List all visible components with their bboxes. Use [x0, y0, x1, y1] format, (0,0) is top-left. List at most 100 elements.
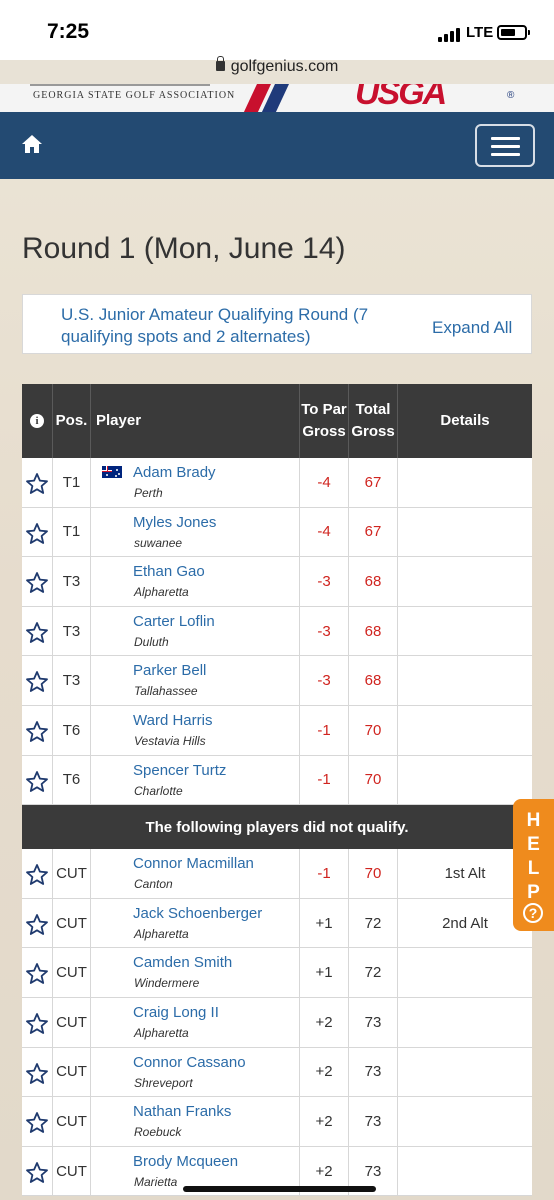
star-icon[interactable] — [25, 913, 49, 937]
favorite-cell — [22, 998, 53, 1047]
total-score: 73 — [349, 998, 398, 1047]
favorite-cell — [22, 898, 53, 948]
signal-icon — [438, 28, 460, 42]
table-row: T3 Carter Loflin Duluth -3 68 — [22, 606, 532, 657]
player-city: suwanee — [134, 535, 183, 550]
player-name-link[interactable]: Ward Harris — [133, 712, 212, 729]
to-par-score: -1 — [300, 755, 349, 805]
player-name-link[interactable]: Ethan Gao — [133, 563, 205, 580]
player-city: Charlotte — [134, 783, 183, 798]
to-par-score: -3 — [300, 606, 349, 656]
star-icon[interactable] — [25, 1062, 49, 1086]
round-name-link[interactable]: U.S. Junior Amateur Qualifying Round (7 … — [61, 304, 401, 348]
did-not-qualify-divider: The following players did not qualify. — [22, 805, 532, 850]
to-par-score: -3 — [300, 557, 349, 606]
network-label: LTE — [466, 24, 494, 41]
total-score: 72 — [349, 948, 398, 997]
details — [398, 656, 532, 705]
to-par-score: -1 — [300, 706, 349, 755]
position: CUT — [53, 1097, 91, 1146]
favorite-cell — [22, 948, 53, 997]
player-city: Canton — [134, 877, 173, 892]
position: T1 — [53, 507, 91, 557]
star-icon[interactable] — [25, 621, 49, 645]
position: CUT — [53, 1146, 91, 1196]
player-name-link[interactable]: Nathan Franks — [133, 1103, 231, 1120]
position: T6 — [53, 755, 91, 805]
player-name-link[interactable]: Parker Bell — [133, 662, 206, 679]
favorite-cell — [22, 656, 53, 705]
position: CUT — [53, 998, 91, 1047]
pos-header: Pos. — [53, 384, 91, 458]
favorite-cell — [22, 458, 53, 507]
help-tab[interactable]: HELP ? — [513, 799, 554, 931]
page-title: Round 1 (Mon, June 14) — [22, 232, 346, 265]
total-score: 73 — [349, 1047, 398, 1097]
table-row: CUT Jack Schoenberger Alpharetta +1 72 2nd Al… — [22, 898, 532, 949]
table-row: T3 Ethan Gao Alpharetta -3 68 — [22, 557, 532, 607]
total-score: 73 — [349, 1097, 398, 1146]
total-score: 70 — [349, 849, 398, 898]
table-row: T6 Ward Harris Vestavia Hills -1 70 — [22, 706, 532, 756]
to-par-score: -4 — [300, 458, 349, 507]
star-icon[interactable] — [25, 1012, 49, 1036]
details — [398, 557, 532, 606]
player-name-link[interactable]: Connor Macmillan — [133, 855, 254, 872]
star-icon[interactable] — [25, 1161, 49, 1185]
player-name-link[interactable]: Camden Smith — [133, 954, 232, 971]
info-icon[interactable]: i — [30, 414, 44, 428]
star-icon[interactable] — [25, 472, 49, 496]
player-name-link[interactable]: Connor Cassano — [133, 1054, 246, 1071]
favorite-cell — [22, 507, 53, 557]
details-header: Details — [440, 412, 490, 429]
player-city: Alpharetta — [134, 926, 189, 941]
details — [398, 458, 532, 507]
position: T1 — [53, 458, 91, 507]
star-icon[interactable] — [25, 571, 49, 595]
info-header[interactable]: i — [22, 384, 53, 458]
player-name-link[interactable]: Spencer Turtz — [133, 762, 226, 779]
position: CUT — [53, 948, 91, 997]
details — [398, 508, 532, 557]
player-name-link[interactable]: Jack Schoenberger — [133, 905, 262, 922]
table-row: T1 Adam Brady Perth -4 67 — [22, 458, 532, 508]
player-city: Alpharetta — [134, 585, 189, 600]
status-bar: 7:25 LTE golfgenius.com — [0, 0, 554, 75]
topar-header: To Par Gross — [300, 384, 349, 458]
to-par-score: -1 — [300, 849, 349, 898]
player-header: Player — [91, 384, 300, 458]
favorite-cell — [22, 706, 53, 755]
table-row: T3 Parker Bell Tallahassee -3 68 — [22, 656, 532, 706]
star-icon[interactable] — [25, 770, 49, 794]
star-icon[interactable] — [25, 863, 49, 887]
star-icon[interactable] — [25, 670, 49, 694]
star-icon[interactable] — [25, 720, 49, 744]
position: T3 — [53, 557, 91, 606]
player-name-link[interactable]: Craig Long II — [133, 1004, 219, 1021]
to-par-score: +2 — [300, 998, 349, 1047]
details — [398, 998, 532, 1047]
favorite-cell — [22, 849, 53, 898]
player-name-link[interactable]: Brody Mcqueen — [133, 1153, 238, 1170]
question-icon: ? — [523, 903, 543, 923]
player-name-link[interactable]: Adam Brady — [133, 464, 216, 481]
address-bar[interactable]: golfgenius.com — [0, 56, 554, 76]
player-name-link[interactable]: Myles Jones — [133, 514, 216, 531]
player-city: Alpharetta — [134, 1026, 189, 1040]
hamburger-menu-button[interactable] — [475, 124, 535, 167]
player-city: Windermere — [134, 976, 200, 991]
star-icon[interactable] — [25, 1111, 49, 1135]
home-icon[interactable] — [21, 134, 43, 154]
total-score: 68 — [349, 557, 398, 606]
expand-all-link[interactable]: Expand All — [432, 318, 512, 338]
star-icon[interactable] — [25, 962, 49, 986]
details — [398, 706, 532, 755]
player-city: Roebuck — [134, 1125, 182, 1140]
total-score: 70 — [349, 706, 398, 755]
registered-mark: ® — [507, 90, 515, 101]
table-row: CUT Craig Long II Alpharetta +2 73 — [22, 998, 532, 1048]
player-city: Perth — [134, 486, 163, 500]
star-icon[interactable] — [25, 522, 49, 546]
player-name-link[interactable]: Carter Loflin — [133, 613, 215, 630]
details — [398, 756, 532, 805]
